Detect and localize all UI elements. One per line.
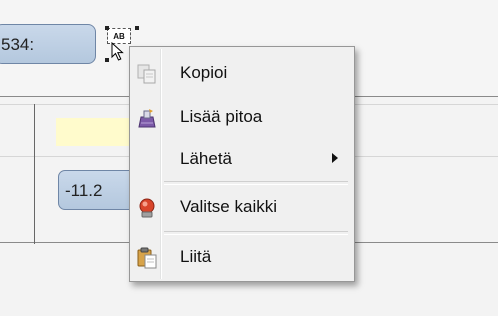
menu-item-label: Lisää pitoa [180,107,263,126]
copy-icon [137,64,156,84]
grid-divider [34,104,35,244]
yellow-input-field[interactable] [56,118,140,146]
selection-handle[interactable] [135,26,139,30]
top-value-field[interactable]: 534: [0,24,96,64]
menu-item-paste[interactable]: Liitä [132,239,352,275]
submenu-arrow-icon [332,153,338,163]
select-all-icon [139,198,155,218]
mouse-cursor-icon [111,42,124,61]
menu-item-label: Kopioi [180,63,228,82]
menu-separator [164,181,348,185]
selection-handle[interactable] [105,26,109,30]
menu-item-select-all[interactable]: Valitse kaikki [132,189,352,225]
top-value-text: 534: [1,34,35,54]
ab-chip-label: AB [113,31,125,41]
context-menu: Kopioi Lisää pitoa Lähetä Valitse kaikki [129,46,355,282]
add-hold-icon [138,109,156,128]
menu-item-copy[interactable]: Kopioi [132,55,352,91]
menu-item-label: Valitse kaikki [180,197,277,216]
menu-item-add-hold[interactable]: Lisää pitoa [132,99,352,135]
menu-item-send[interactable]: Lähetä [132,141,352,177]
menu-item-label: Lähetä [180,149,232,168]
middle-value-text: -11.2 [65,180,103,200]
menu-separator [164,231,348,235]
selection-handle[interactable] [105,58,109,62]
menu-item-label: Liitä [180,247,212,266]
paste-icon [137,247,157,269]
